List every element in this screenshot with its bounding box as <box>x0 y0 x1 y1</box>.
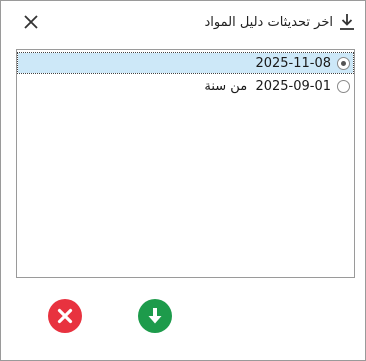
updates-list[interactable]: 2025-11-08 2025-09-01 من سنة <box>16 49 355 278</box>
close-button[interactable] <box>21 12 41 32</box>
download-circle-icon <box>148 308 162 324</box>
update-dialog: اخر تحديثات دليل المواد 2025-11-08 2025-… <box>0 0 366 361</box>
download-arrow-icon <box>340 14 354 30</box>
download-button[interactable] <box>138 299 172 333</box>
radio-button[interactable] <box>337 56 350 70</box>
radio-button[interactable] <box>337 79 350 93</box>
dialog-title-bar: اخر تحديثات دليل المواد <box>204 11 355 33</box>
list-item-label: 2025-09-01 من سنة <box>204 78 331 94</box>
dialog-title: اخر تحديثات دليل المواد <box>204 14 333 30</box>
list-item[interactable]: 2025-09-01 من سنة <box>18 76 353 96</box>
list-item[interactable]: 2025-11-08 <box>17 52 354 74</box>
cancel-circle-icon <box>57 308 73 324</box>
close-icon <box>24 15 38 29</box>
list-item-label: 2025-11-08 <box>255 55 331 71</box>
cancel-button[interactable] <box>48 299 82 333</box>
